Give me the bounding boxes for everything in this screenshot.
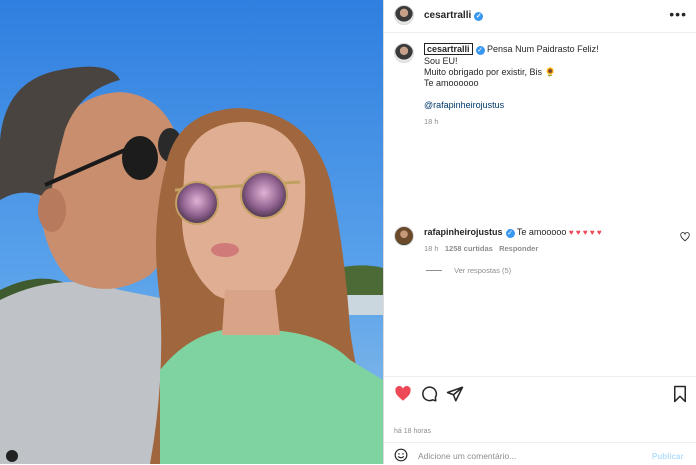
hearts-emoji: ♥ ♥ ♥ ♥ ♥ xyxy=(568,228,602,237)
more-icon[interactable]: ••• xyxy=(669,7,687,21)
header-username-text[interactable]: cesartralli xyxy=(424,10,471,21)
post-panel: cesartralli ✓ ••• cesartralli ✓ Pensa Num … xyxy=(383,0,696,464)
caption-line-3-text: Muito obrigado por existir, Bis xyxy=(424,67,543,77)
replies-divider xyxy=(426,270,442,271)
post-time: há 18 horas xyxy=(394,428,431,435)
verified-icon: ✓ xyxy=(475,46,485,55)
reply-button[interactable]: Responder xyxy=(499,244,538,253)
verified-icon: ✓ xyxy=(505,229,515,238)
comment-meta: 18 h 1258 curtidas Responder xyxy=(424,243,538,254)
caption-line-4: Te amoooooo xyxy=(424,78,479,88)
bookmark-icon[interactable] xyxy=(672,385,688,403)
caption-line-3: Muito obrigado por existir, Bis 🌻 xyxy=(424,67,556,78)
verified-icon: ✓ xyxy=(474,12,484,21)
comment-line: rafapinheirojustus ✓ Te amooooo ♥ ♥ ♥ ♥ ♥ xyxy=(424,227,602,238)
comment-text: Te amooooo xyxy=(516,227,567,237)
comment-username[interactable]: rafapinheirojustus xyxy=(424,227,503,237)
view-replies-button[interactable]: Ver respostas (5) xyxy=(454,265,511,276)
header-username[interactable]: cesartralli ✓ xyxy=(424,10,484,21)
comment-input[interactable]: Adicione um comentário... xyxy=(418,451,516,462)
sunflower-icon: 🌻 xyxy=(544,67,556,77)
post-photo xyxy=(0,0,383,464)
caption-username[interactable]: cesartralli xyxy=(424,43,473,55)
caption-time: 18 h xyxy=(424,117,439,126)
caption-mention[interactable]: @rafapinheirojustus xyxy=(424,100,504,111)
add-comment-bar: Adicione um comentário... Publicar xyxy=(384,442,696,465)
comment-like-icon[interactable] xyxy=(680,232,690,242)
comment-icon[interactable] xyxy=(420,385,438,403)
caption-text: Pensa Num Paidrasto Feliz! xyxy=(487,44,599,54)
caption-avatar[interactable] xyxy=(394,43,414,63)
caption-line-2: Sou EU! xyxy=(424,56,458,66)
emoji-icon[interactable] xyxy=(394,448,408,462)
post-header: cesartralli ✓ ••• xyxy=(384,0,696,33)
caption-first-line: cesartralli ✓ Pensa Num Paidrasto Feliz! xyxy=(424,43,599,55)
heart-icon[interactable] xyxy=(394,385,412,403)
publish-button[interactable]: Publicar xyxy=(652,451,684,462)
avatar[interactable] xyxy=(394,5,414,25)
comment-avatar[interactable] xyxy=(394,226,414,246)
comment-likes[interactable]: 1258 curtidas xyxy=(445,244,493,253)
share-icon[interactable] xyxy=(446,385,464,403)
action-bar xyxy=(384,376,696,413)
comment-time: 18 h xyxy=(424,244,439,253)
